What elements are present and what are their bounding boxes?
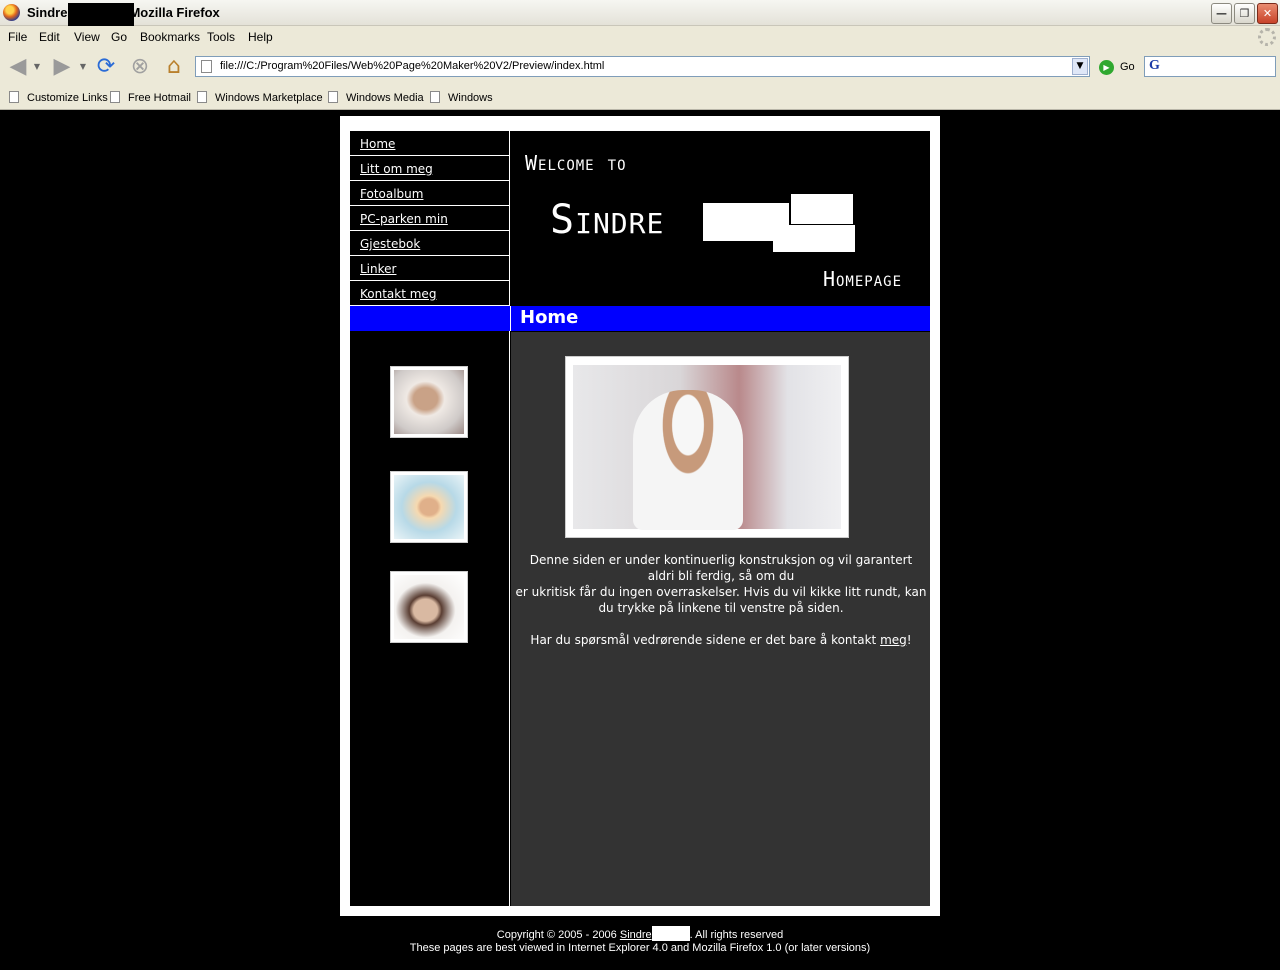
bookmark-item[interactable]: Free Hotmail [110, 91, 191, 104]
page-icon [9, 91, 19, 103]
menu-go[interactable]: Go [111, 30, 127, 44]
page-icon [110, 91, 120, 103]
nav-link-kontakt-meg[interactable]: Kontakt meg [350, 281, 509, 306]
menu-edit[interactable]: Edit [39, 30, 60, 44]
forward-dropdown-icon[interactable]: ▼ [76, 53, 90, 81]
address-bar[interactable]: file:///C:/Program%20Files/Web%20Page%20… [195, 56, 1090, 77]
window-title-suffix: Mozilla Firefox [129, 5, 220, 20]
page-footer: Copyright © 2005 - 2006 Sindre. All righ… [340, 926, 940, 955]
search-input[interactable]: G [1144, 56, 1276, 77]
photo-subject [633, 390, 743, 530]
footer-name-link[interactable]: Sindre [620, 929, 652, 941]
menu-help[interactable]: Help [248, 30, 273, 44]
menu-bookmarks[interactable]: Bookmarks [140, 30, 200, 44]
page-icon [430, 91, 440, 103]
bookmarks-toolbar: Customize Links Free Hotmail Windows Mar… [0, 86, 1280, 110]
address-dropdown-icon[interactable]: ▼ [1072, 58, 1088, 75]
go-icon[interactable]: ▶ [1099, 60, 1114, 75]
maximize-button[interactable]: ❐ [1234, 3, 1255, 24]
browser-note: These pages are best viewed in Internet … [409, 942, 871, 954]
throbber-icon [1258, 28, 1276, 46]
thumbnail-image [390, 366, 468, 438]
intro-line-2: er ukritisk får du ingen overraskelser. … [515, 585, 927, 615]
stop-icon[interactable]: ⊗ [126, 53, 154, 81]
firefox-icon [3, 4, 20, 21]
header-welcome: Welcome to [525, 151, 627, 175]
back-dropdown-icon[interactable]: ▼ [30, 53, 44, 81]
intro-text: Denne siden er under kontinuerlig konstr… [515, 552, 927, 648]
bookmark-item[interactable]: Windows Media [328, 91, 424, 104]
google-search-icon[interactable]: G [1149, 58, 1160, 74]
nav-link-fotoalbum[interactable]: Fotoalbum [350, 181, 509, 206]
bookmark-item[interactable]: Customize Links [9, 91, 108, 104]
nav-link-pc-parken[interactable]: PC-parken min [350, 206, 509, 231]
window-titlebar: Sindre Mozilla Firefox — ❐ ✕ [0, 0, 1280, 30]
redaction-box [651, 926, 690, 941]
intro-line-3: Har du spørsmål vedrørende sidene er det… [530, 633, 912, 647]
page-title: Home [520, 307, 579, 328]
menu-view[interactable]: View [74, 30, 100, 44]
bookmark-item[interactable]: Windows Marketplace [197, 91, 323, 104]
nav-link-linker[interactable]: Linker [350, 256, 509, 281]
contact-link[interactable]: meg [880, 633, 907, 647]
redaction-box [773, 225, 855, 252]
window-title-prefix: Sindre [27, 5, 68, 20]
site-header: Welcome to Sindre Homepage [511, 131, 930, 305]
header-name: Sindre [550, 197, 665, 243]
main-photo [565, 356, 849, 538]
page-icon [201, 60, 212, 73]
close-button[interactable]: ✕ [1257, 3, 1278, 24]
minimize-button[interactable]: — [1211, 3, 1232, 24]
nav-link-litt-om-meg[interactable]: Litt om meg [350, 156, 509, 181]
menu-file[interactable]: File [8, 30, 27, 44]
copyright-line: Copyright © 2005 - 2006 Sindre. All righ… [340, 926, 940, 942]
divider [510, 306, 511, 331]
header-homepage: Homepage [822, 267, 902, 291]
redaction-box [791, 194, 853, 224]
intro-line-1: Denne siden er under kontinuerlig konstr… [529, 553, 913, 583]
go-button[interactable]: Go [1120, 61, 1135, 73]
menu-tools[interactable]: Tools [207, 30, 235, 44]
heading-bar: Home [350, 306, 930, 331]
url-text: file:///C:/Program%20Files/Web%20Page%20… [220, 60, 605, 72]
forward-arrow-icon[interactable]: ▶ [48, 53, 76, 81]
back-arrow-icon[interactable]: ◀ [4, 53, 32, 81]
thumbnail-image [390, 571, 468, 643]
page-icon [197, 91, 207, 103]
reload-icon[interactable]: ⟳ [92, 53, 120, 81]
bookmark-item[interactable]: Windows [430, 91, 493, 104]
navigation-toolbar: ◀ ▼ ▶ ▼ ⟳ ⊗ ⌂ file:///C:/Program%20Files… [0, 48, 1280, 86]
nav-link-gjestebok[interactable]: Gjestebok [350, 231, 509, 256]
sidebar: Home Litt om meg Fotoalbum PC-parken min… [350, 131, 510, 906]
home-icon[interactable]: ⌂ [160, 53, 188, 81]
menu-bar: File Edit View Go Bookmarks Tools Help [0, 26, 1280, 48]
nav-link-home[interactable]: Home [350, 131, 509, 156]
page-icon [328, 91, 338, 103]
thumbnail-image [390, 471, 468, 543]
page-layout: Home Litt om meg Fotoalbum PC-parken min… [350, 131, 930, 906]
main-content: Denne siden er under kontinuerlig konstr… [511, 332, 930, 906]
page-frame: Home Litt om meg Fotoalbum PC-parken min… [340, 116, 940, 916]
